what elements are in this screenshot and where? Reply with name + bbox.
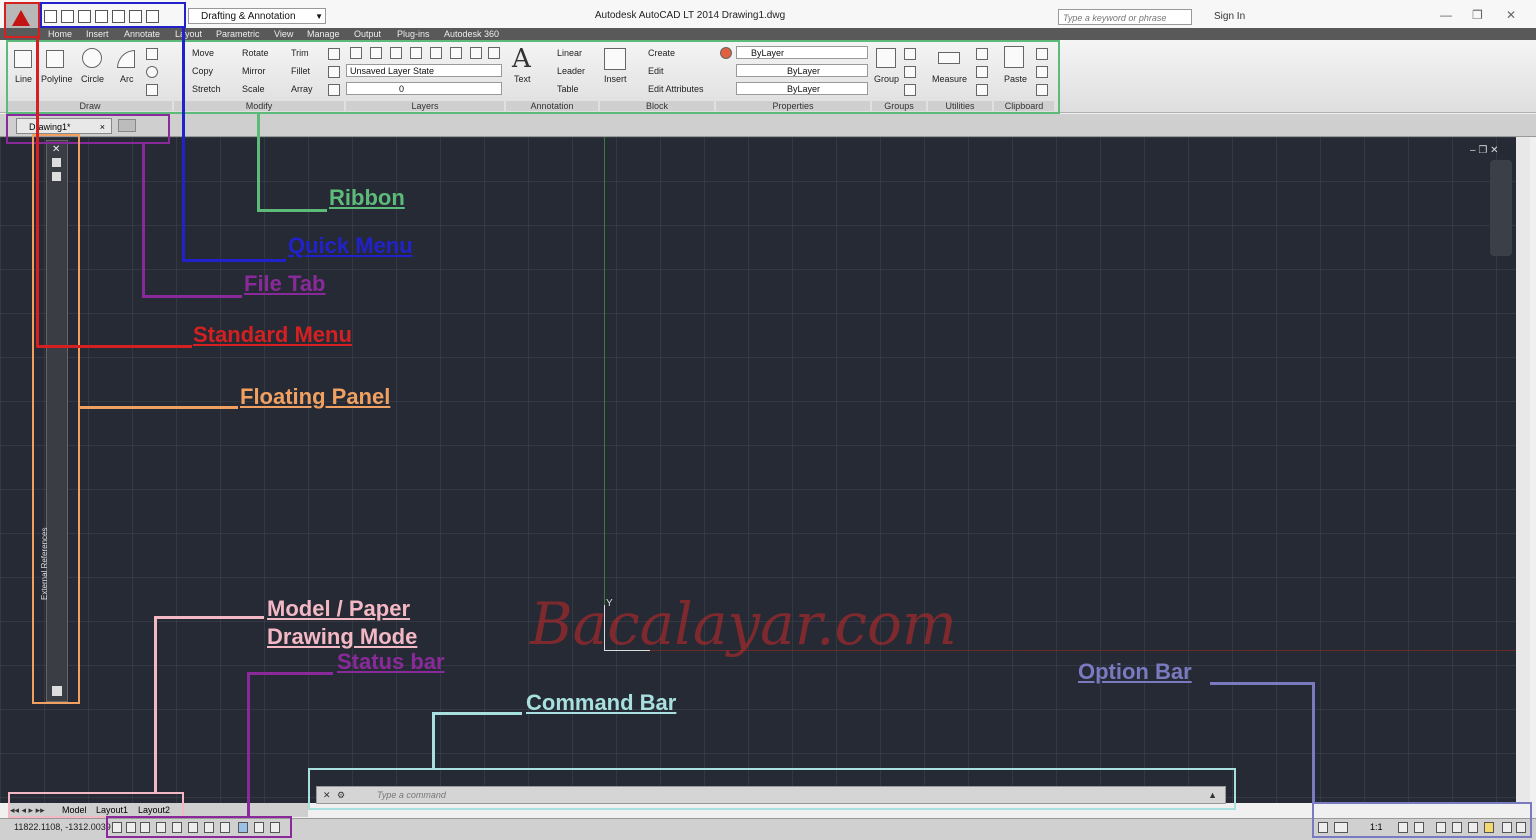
tab-manage[interactable]: Manage bbox=[307, 28, 340, 40]
option-bar-highlight bbox=[1312, 802, 1532, 838]
model-paper-annotation-line2: Drawing Mode bbox=[267, 624, 418, 649]
restore-icon[interactable]: ❐ bbox=[1472, 8, 1483, 22]
ribbon-annotation: Ribbon bbox=[329, 185, 405, 210]
floating-panel-annotation: Floating Panel bbox=[240, 384, 391, 409]
standard-menu-connector bbox=[36, 345, 192, 348]
option-bar-connector bbox=[1210, 682, 1314, 685]
tab-view[interactable]: View bbox=[274, 28, 293, 40]
quick-menu-annotation: Quick Menu bbox=[288, 233, 413, 258]
tab-annotate[interactable]: Annotate bbox=[124, 28, 160, 40]
floating-panel-connector bbox=[78, 406, 238, 409]
drawing-area[interactable] bbox=[0, 137, 1530, 803]
standard-menu-annotation: Standard Menu bbox=[193, 322, 352, 347]
minimize-icon[interactable]: — bbox=[1440, 8, 1452, 22]
file-tab-strip bbox=[0, 114, 1536, 137]
quick-menu-connector bbox=[182, 259, 286, 262]
file-tab-highlight bbox=[6, 114, 170, 144]
sign-in-button[interactable]: Sign In bbox=[1214, 11, 1245, 22]
status-bar-highlight bbox=[106, 816, 292, 838]
ribbon-highlight bbox=[6, 40, 1060, 114]
search-input[interactable]: Type a keyword or phrase bbox=[1058, 9, 1192, 25]
tab-output[interactable]: Output bbox=[354, 28, 381, 40]
tab-insert[interactable]: Insert bbox=[86, 28, 109, 40]
navigation-bar[interactable] bbox=[1490, 160, 1512, 256]
quick-menu-highlight bbox=[40, 2, 186, 28]
status-bar-connector bbox=[247, 672, 333, 675]
model-paper-annotation: Model / Paper bbox=[267, 596, 411, 621]
command-bar-annotation: Command Bar bbox=[526, 690, 677, 715]
floating-panel-highlight bbox=[32, 134, 80, 704]
file-tab-connector bbox=[142, 295, 242, 298]
model-paper-connector bbox=[154, 616, 157, 794]
standard-menu-highlight bbox=[4, 2, 40, 38]
status-bar-annotation: Status bar bbox=[337, 649, 445, 674]
file-tab-annotation: File Tab bbox=[244, 271, 326, 296]
tab-layout[interactable]: Layout bbox=[175, 28, 202, 40]
close-icon[interactable]: ✕ bbox=[1506, 8, 1516, 22]
y-axis-line bbox=[604, 137, 605, 607]
file-tab-connector bbox=[142, 144, 145, 298]
command-bar-highlight bbox=[308, 768, 1236, 810]
command-bar-connector bbox=[432, 712, 522, 715]
tab-parametric[interactable]: Parametric bbox=[216, 28, 260, 40]
tab-plugins[interactable]: Plug-ins bbox=[397, 28, 430, 40]
option-bar-connector bbox=[1312, 682, 1315, 804]
watermark: Bacalayar.com bbox=[530, 590, 957, 658]
tab-home[interactable]: Home bbox=[48, 28, 72, 40]
ribbon-connector bbox=[257, 112, 260, 212]
status-bar-connector bbox=[247, 672, 250, 818]
quick-menu-connector bbox=[182, 28, 185, 262]
standard-menu-connector bbox=[36, 38, 39, 348]
vertical-scrollbar[interactable] bbox=[1516, 137, 1530, 803]
coordinates-readout[interactable]: 11822.1108, -1312.0039 bbox=[14, 822, 111, 832]
viewport-controls[interactable]: – ❐ ✕ bbox=[1470, 145, 1498, 156]
ribbon-connector bbox=[257, 209, 327, 212]
command-bar-connector bbox=[432, 712, 435, 770]
tab-autodesk-360[interactable]: Autodesk 360 bbox=[444, 28, 499, 40]
model-paper-connector bbox=[154, 616, 264, 619]
option-bar-annotation: Option Bar bbox=[1078, 659, 1192, 684]
model-paper-highlight bbox=[8, 792, 184, 818]
